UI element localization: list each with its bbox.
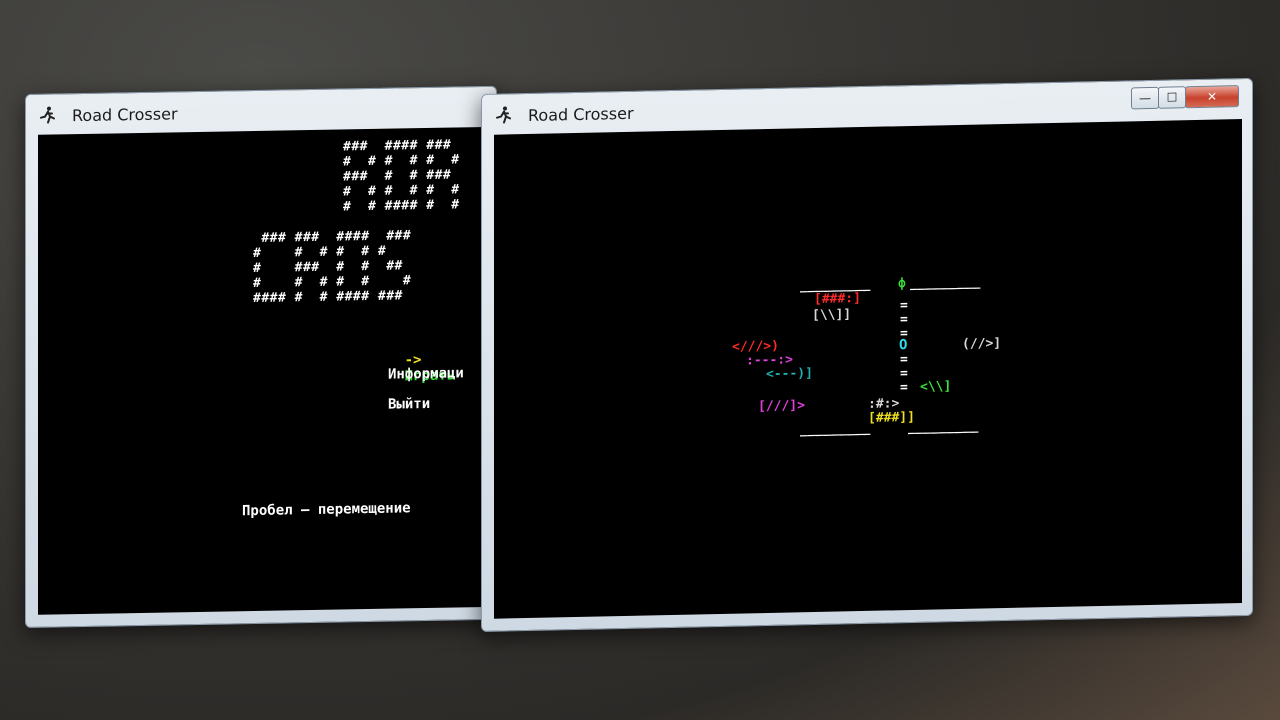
controls-hint: Пробел – перемещение [242, 500, 411, 520]
bottom-border-left: _________ [800, 420, 871, 438]
top-border-right: _________ [910, 274, 981, 292]
lane-mark: = [900, 366, 908, 382]
car: (//>] [962, 336, 1002, 352]
minimize-button[interactable]: — [1131, 86, 1159, 110]
close-button[interactable]: ✕ [1185, 85, 1239, 109]
logo-road: ### #### ### # # # # # # ### # # ### # #… [343, 137, 460, 215]
maximize-button[interactable]: ☐ [1158, 86, 1186, 109]
lane-mark: = [900, 298, 908, 314]
car: <\\] [920, 379, 952, 395]
runner-icon [40, 106, 55, 124]
lane-mark: = [900, 352, 908, 368]
finish-marker: ф [898, 276, 906, 292]
runner-icon [496, 106, 511, 124]
car: <---)] [766, 366, 813, 383]
window-title: Road Crosser [72, 104, 178, 126]
car: [///]> [758, 398, 805, 415]
game-field: _________ ф _________ = = = = = = O [###… [494, 119, 1242, 619]
car: [\\]] [812, 307, 852, 324]
car: [###:] [814, 291, 861, 308]
menu-window: Road Crosser ### #### ### # # # # # # ##… [25, 85, 497, 628]
menu-item-info[interactable]: Информаци [388, 365, 464, 382]
lane-mark: = [900, 380, 908, 396]
console-area: ### #### ### # # # # # # ### # # ### # #… [38, 126, 486, 615]
player: O [899, 337, 908, 354]
lane-mark: = [900, 312, 908, 328]
window-title: Road Crosser [528, 103, 634, 126]
bottom-border-right: _________ [908, 418, 979, 436]
logo-crosser: ### ### #### ### # # # # # # # ### # # #… [253, 228, 412, 307]
menu-item-exit[interactable]: Выйти [388, 396, 430, 413]
caption-controls: — ☐ ✕ [1131, 85, 1246, 110]
game-window: Road Crosser — ☐ ✕ _________ ф _________… [481, 77, 1253, 632]
